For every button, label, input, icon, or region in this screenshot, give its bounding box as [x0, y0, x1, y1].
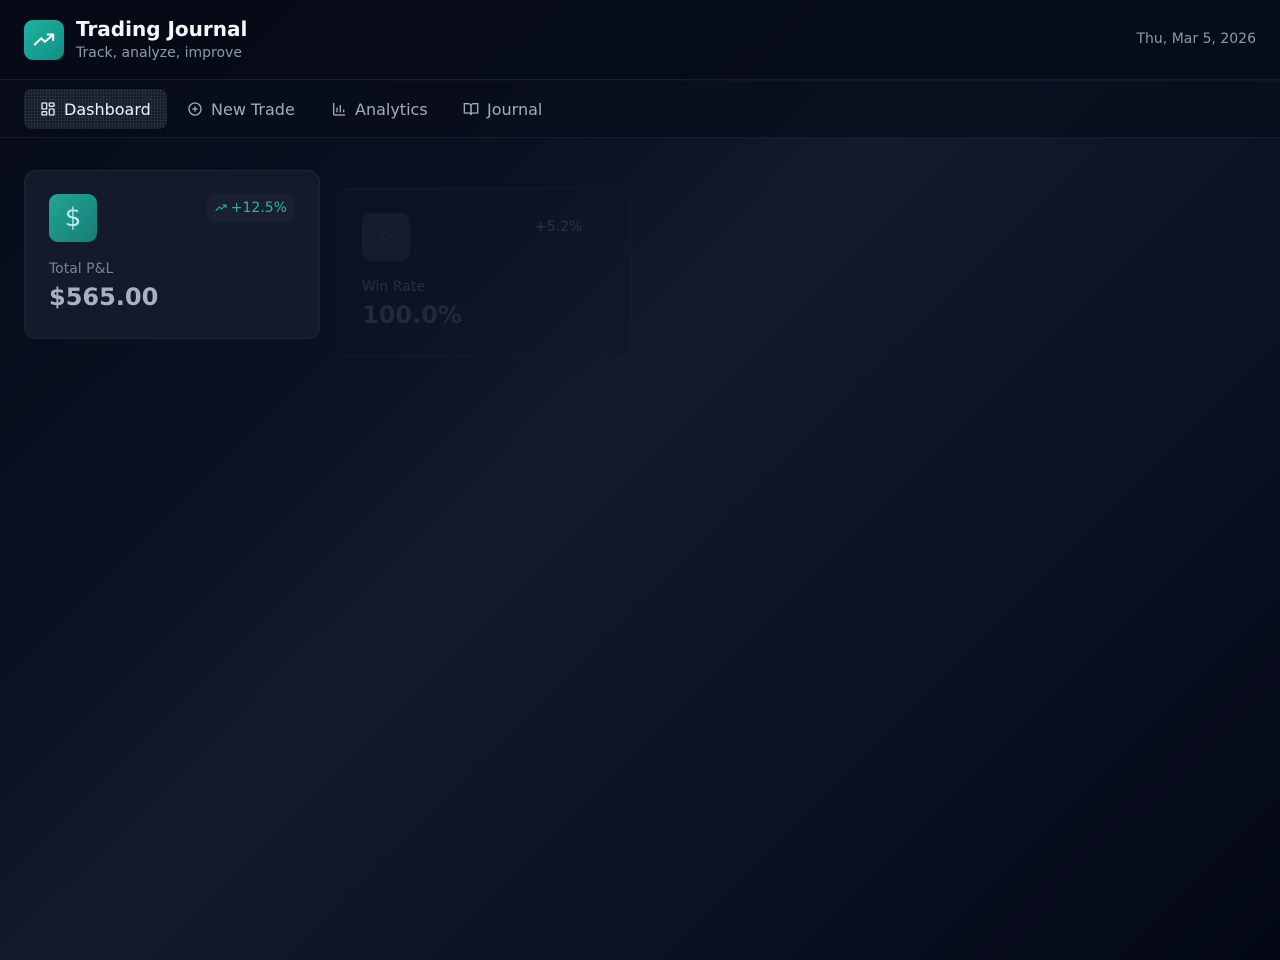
- book-open-icon: [463, 103, 479, 116]
- change-value: +5.2%: [535, 219, 583, 235]
- stat-value: 100.0%: [362, 301, 462, 329]
- tab-analytics-label: Analytics: [355, 99, 428, 119]
- trending-up-icon: [215, 204, 227, 212]
- stat-card-win-rate: ·.· +5.2% Win Rate 100.0%: [337, 188, 631, 357]
- change-value: +12.5%: [230, 200, 287, 216]
- target-icon: ·.·: [362, 213, 410, 261]
- tab-dashboard-label: Dashboard: [64, 99, 151, 119]
- dollar-icon: $: [49, 194, 97, 242]
- change-badge: +12.5%: [206, 193, 295, 223]
- tab-journal[interactable]: Journal: [463, 89, 542, 129]
- stat-label: Total P&L: [49, 261, 114, 277]
- current-date: Thu, Mar 5, 2026: [1136, 31, 1257, 47]
- app-header: Trading Journal Track, analyze, improve …: [0, 0, 1280, 80]
- layout-grid-icon: [41, 102, 55, 116]
- tab-new-trade[interactable]: New Trade: [187, 89, 295, 129]
- tab-dashboard[interactable]: Dashboard: [24, 89, 167, 129]
- change-badge: +5.2%: [535, 219, 582, 235]
- main-nav: Dashboard New Trade Analytics Journal: [0, 81, 1280, 138]
- tab-journal-label: Journal: [487, 99, 543, 119]
- stat-label: Win Rate: [362, 279, 425, 295]
- trending-up-icon: [24, 20, 64, 60]
- plus-circle-icon: [188, 102, 202, 116]
- app-title: Trading Journal: [76, 17, 248, 41]
- stat-card-total-pnl: $ +12.5% Total P&L $565.00: [24, 170, 320, 339]
- app-subtitle: Track, analyze, improve: [76, 45, 242, 61]
- bar-chart-icon: [333, 103, 345, 116]
- tab-new-trade-label: New Trade: [211, 99, 295, 119]
- tab-analytics[interactable]: Analytics: [331, 89, 428, 129]
- stat-value: $565.00: [49, 283, 159, 311]
